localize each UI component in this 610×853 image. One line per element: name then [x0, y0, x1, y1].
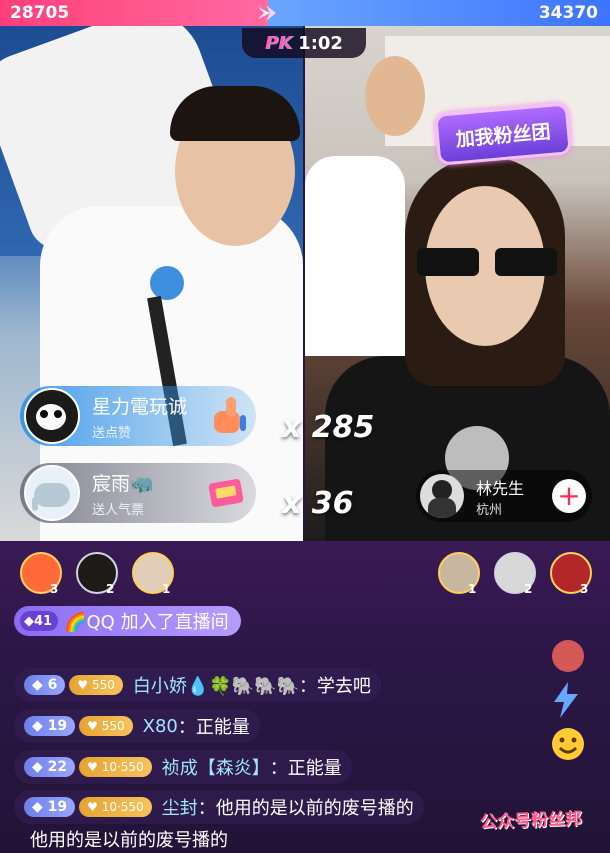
fan-rank: 1 — [162, 582, 171, 596]
user-level-badge: ◆ 41 — [20, 611, 59, 631]
user-level-badge: ◆ 22 — [24, 757, 76, 777]
chat-username[interactable]: 尘封 — [162, 794, 198, 820]
sunglasses-right — [495, 248, 557, 276]
sunglasses-left — [417, 248, 479, 276]
gift-popup-like: 星力電玩诚 送点赞 — [20, 386, 256, 446]
join-text: 🌈QQ 加入了直播间 — [64, 612, 229, 633]
spark-icon — [258, 5, 276, 21]
pk-logo: PK — [265, 32, 293, 54]
lightning-icon — [554, 682, 578, 718]
watermark: 公众号粉丝邦 — [479, 809, 583, 833]
fan-rank: 2 — [106, 582, 115, 596]
like-hand-icon — [552, 640, 584, 672]
fan-rank: 3 — [50, 582, 59, 596]
host-hair — [170, 86, 300, 141]
pk-left-bar: 28705 — [0, 0, 268, 26]
opponent-name: 林先生 — [476, 478, 525, 498]
vote-ticket-icon — [208, 479, 244, 507]
pk-timer: PK 1:02 — [242, 28, 366, 58]
fan-level-badge: ♥ 10·550 — [79, 797, 152, 817]
chat-message[interactable]: ◆ 22 ♥ 10·550 祯成【森炎】 ：正能量 — [14, 750, 352, 784]
join-notice: ◆ 41 🌈QQ 加入了直播间 — [14, 606, 241, 636]
pk-score-bar: 28705 34370 — [0, 0, 610, 26]
user-level-badge: ◆ 19 — [24, 797, 76, 817]
fan-club-sticker-label: 加我粉丝团 — [454, 120, 552, 151]
chat-username[interactable]: 祯成【森炎】 — [162, 754, 270, 780]
avatar — [24, 465, 80, 521]
fan-level-badge: ♥ 10·550 — [79, 757, 152, 777]
right-score: 34370 — [538, 3, 598, 23]
chat-text: 💧🍀🐘🐘🐘：学去吧 — [186, 676, 371, 697]
gift-sender-name: 星力電玩诚 — [92, 395, 188, 418]
fan-level-badge: ♥ 550 — [69, 675, 123, 695]
chat-text: ：他用的是以前的废号播的 — [197, 798, 414, 819]
effect-icons — [548, 636, 588, 768]
pk-countdown: 1:02 — [298, 32, 343, 54]
like-hand-icon — [214, 397, 246, 433]
gift-popup-vote: 宸雨🦏 送人气票 — [20, 463, 256, 523]
diamond-icon: ◆ — [24, 613, 34, 629]
background-person-face — [365, 56, 425, 136]
gift-combo-count: x 285 — [282, 410, 375, 445]
host-video-right[interactable] — [305, 26, 610, 541]
gift-combo-count: x 36 — [282, 486, 354, 521]
follow-button[interactable]: + — [552, 479, 586, 513]
left-score: 28705 — [10, 3, 70, 23]
user-level-badge: ◆ 6 — [24, 675, 66, 695]
chat-message[interactable]: ◆ 6 ♥ 550 白小娇 💧🍀🐘🐘🐘：学去吧 — [14, 668, 381, 702]
user-level-badge: ◆ 19 — [24, 716, 76, 736]
gift-sender-name: 宸雨🦏 — [92, 472, 154, 495]
chat-message[interactable]: ◆ 19 ♥ 10·550 尘封 ：他用的是以前的废号播的 — [14, 790, 424, 824]
chat-username[interactable]: 白小娇 — [133, 672, 187, 698]
chat-username[interactable]: X80 — [143, 716, 178, 737]
fan-rank: 2 — [524, 582, 533, 596]
avatar — [420, 474, 464, 518]
opponent-city: 杭州 — [476, 502, 503, 518]
chat-message[interactable]: ◆ 19 ♥ 550 X80 ：正能量 — [14, 709, 260, 743]
chat-text-wrap: 他用的是以前的废号播的 — [30, 830, 228, 851]
avatar — [24, 388, 80, 444]
fan-rank: 1 — [468, 582, 477, 596]
fan-rank: 3 — [580, 582, 589, 596]
chat-text: ：正能量 — [177, 717, 250, 738]
elephant-icon — [34, 483, 70, 507]
gift-action: 送人气票 — [92, 502, 145, 518]
plus-icon: + — [557, 479, 581, 512]
emoji-icon — [552, 728, 584, 760]
pk-right-bar: 34370 — [268, 0, 610, 26]
opponent-host-pill[interactable]: 林先生 杭州 + — [416, 470, 592, 522]
background-person — [305, 156, 405, 356]
fan-level-badge: ♥ 550 — [79, 716, 133, 736]
gift-action: 送点赞 — [92, 425, 132, 441]
chat-text: ：正能量 — [269, 758, 342, 779]
microphone — [150, 266, 184, 300]
